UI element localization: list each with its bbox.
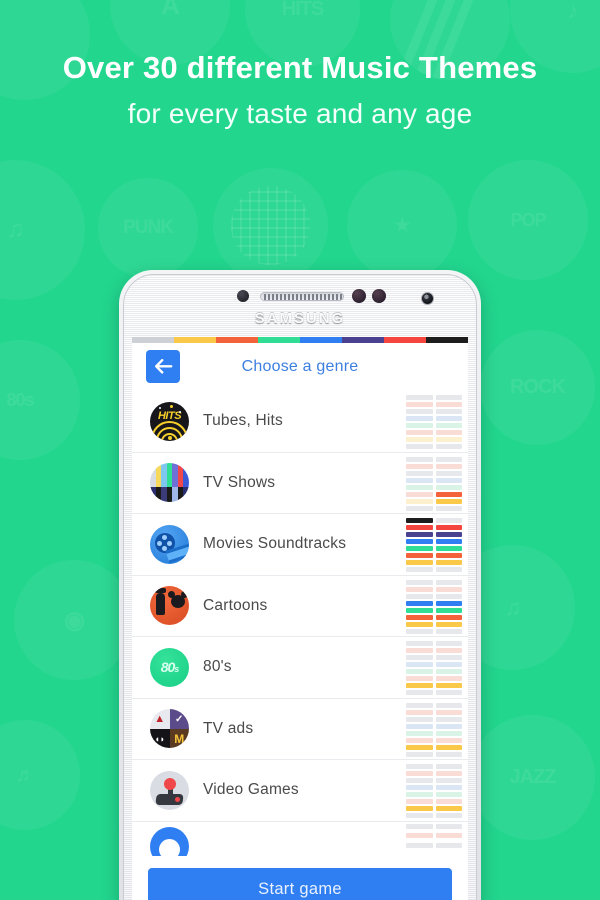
watermark-circle: ◉ xyxy=(14,560,134,680)
progress-bars xyxy=(406,823,462,848)
list-item[interactable]: ▲ ✓ ◖◗ M TV ads xyxy=(132,699,468,760)
progress-bars xyxy=(406,764,462,818)
watermark-label: JAZZ xyxy=(509,766,557,788)
iris-sensor-icon xyxy=(372,289,386,303)
hits-badge-icon: HITS xyxy=(150,401,189,441)
progress-bars xyxy=(406,518,462,572)
watermark-label: ROCK xyxy=(510,376,566,398)
list-item[interactable]: Cartoons xyxy=(132,576,468,637)
brand-logos-icon: ▲ ✓ ◖◗ M xyxy=(150,709,189,749)
progress-bars xyxy=(406,579,462,634)
watermark-circle: JAZZ xyxy=(470,715,595,840)
eighties-badge-icon: 80s xyxy=(150,647,189,687)
phone-mockup: SAMSUNG Choose a genre HITS Tubes, Hits … xyxy=(119,270,481,900)
list-item-label: Tubes, Hits xyxy=(203,412,284,430)
cartoon-characters-icon xyxy=(150,586,189,626)
start-game-button[interactable]: Start game xyxy=(148,868,452,900)
light-sensor-icon xyxy=(352,289,366,303)
watermark-label: PUNK xyxy=(123,217,174,238)
watermark-circle: 80s xyxy=(0,340,80,460)
tv-colorbars-icon xyxy=(150,463,189,503)
headline-line-2: for every taste and any age xyxy=(127,98,473,129)
joystick-icon xyxy=(150,770,189,810)
progress-bars xyxy=(406,641,462,695)
list-item[interactable]: TV Shows xyxy=(132,453,468,514)
headline-line-1: Over 30 different Music Themes xyxy=(62,50,538,85)
list-item-label: TV ads xyxy=(203,719,254,737)
promo-screenshot: A HITS ♪ ♫ PUNK ★ POP 80s ◉ ♬ ♫ JAZZ ROC… xyxy=(0,0,600,900)
back-button[interactable] xyxy=(146,350,180,383)
partial-blue-icon xyxy=(150,827,189,856)
list-item-label: Movies Soundtracks xyxy=(203,535,347,553)
arrow-left-icon xyxy=(154,359,172,374)
progress-bars xyxy=(406,702,462,757)
proximity-sensor-icon xyxy=(237,290,249,302)
phone-body: SAMSUNG Choose a genre HITS Tubes, Hits … xyxy=(123,274,477,900)
front-camera-icon xyxy=(421,292,434,305)
screen-footer: Start game xyxy=(132,860,468,900)
list-item[interactable]: Video Games xyxy=(132,760,468,822)
watermark-circle xyxy=(213,168,328,283)
list-item-label: Video Games xyxy=(203,781,299,799)
list-item-label: Cartoons xyxy=(203,596,268,614)
list-item[interactable]: HITS Tubes, Hits xyxy=(132,391,468,453)
phone-hardware-top: SAMSUNG xyxy=(124,275,476,337)
watermark-label: POP xyxy=(510,209,546,230)
progress-bars xyxy=(406,395,462,449)
list-item[interactable]: 80s 80's xyxy=(132,637,468,699)
watermark-circle: POP xyxy=(468,160,588,280)
phone-screen: Choose a genre HITS Tubes, Hits TV Shows… xyxy=(132,337,468,900)
progress-bars xyxy=(406,456,462,511)
device-brand-label: SAMSUNG xyxy=(254,310,346,327)
film-reel-icon xyxy=(150,524,189,564)
app-bar: Choose a genre xyxy=(132,343,468,391)
watermark-circle: ★ xyxy=(347,170,457,280)
watermark-label: HITS xyxy=(281,0,325,20)
earpiece-speaker-icon xyxy=(260,292,344,301)
genre-list[interactable]: HITS Tubes, Hits TV Shows Movies Soundtr… xyxy=(132,391,468,860)
list-item[interactable]: Movies Soundtracks xyxy=(132,514,468,576)
watermark-circle: ♬ xyxy=(0,720,80,830)
promo-headline: Over 30 different Music Themes for every… xyxy=(0,48,600,134)
watermark-circle: ROCK xyxy=(480,330,595,445)
watermark-label: 80s xyxy=(6,389,34,410)
list-item[interactable] xyxy=(132,822,468,856)
watermark-circle: PUNK xyxy=(98,178,198,278)
watermark-circle: ♫ xyxy=(0,160,85,300)
list-item-label: 80's xyxy=(203,658,232,676)
list-item-label: TV Shows xyxy=(203,473,276,491)
page-title: Choose a genre xyxy=(241,358,359,375)
